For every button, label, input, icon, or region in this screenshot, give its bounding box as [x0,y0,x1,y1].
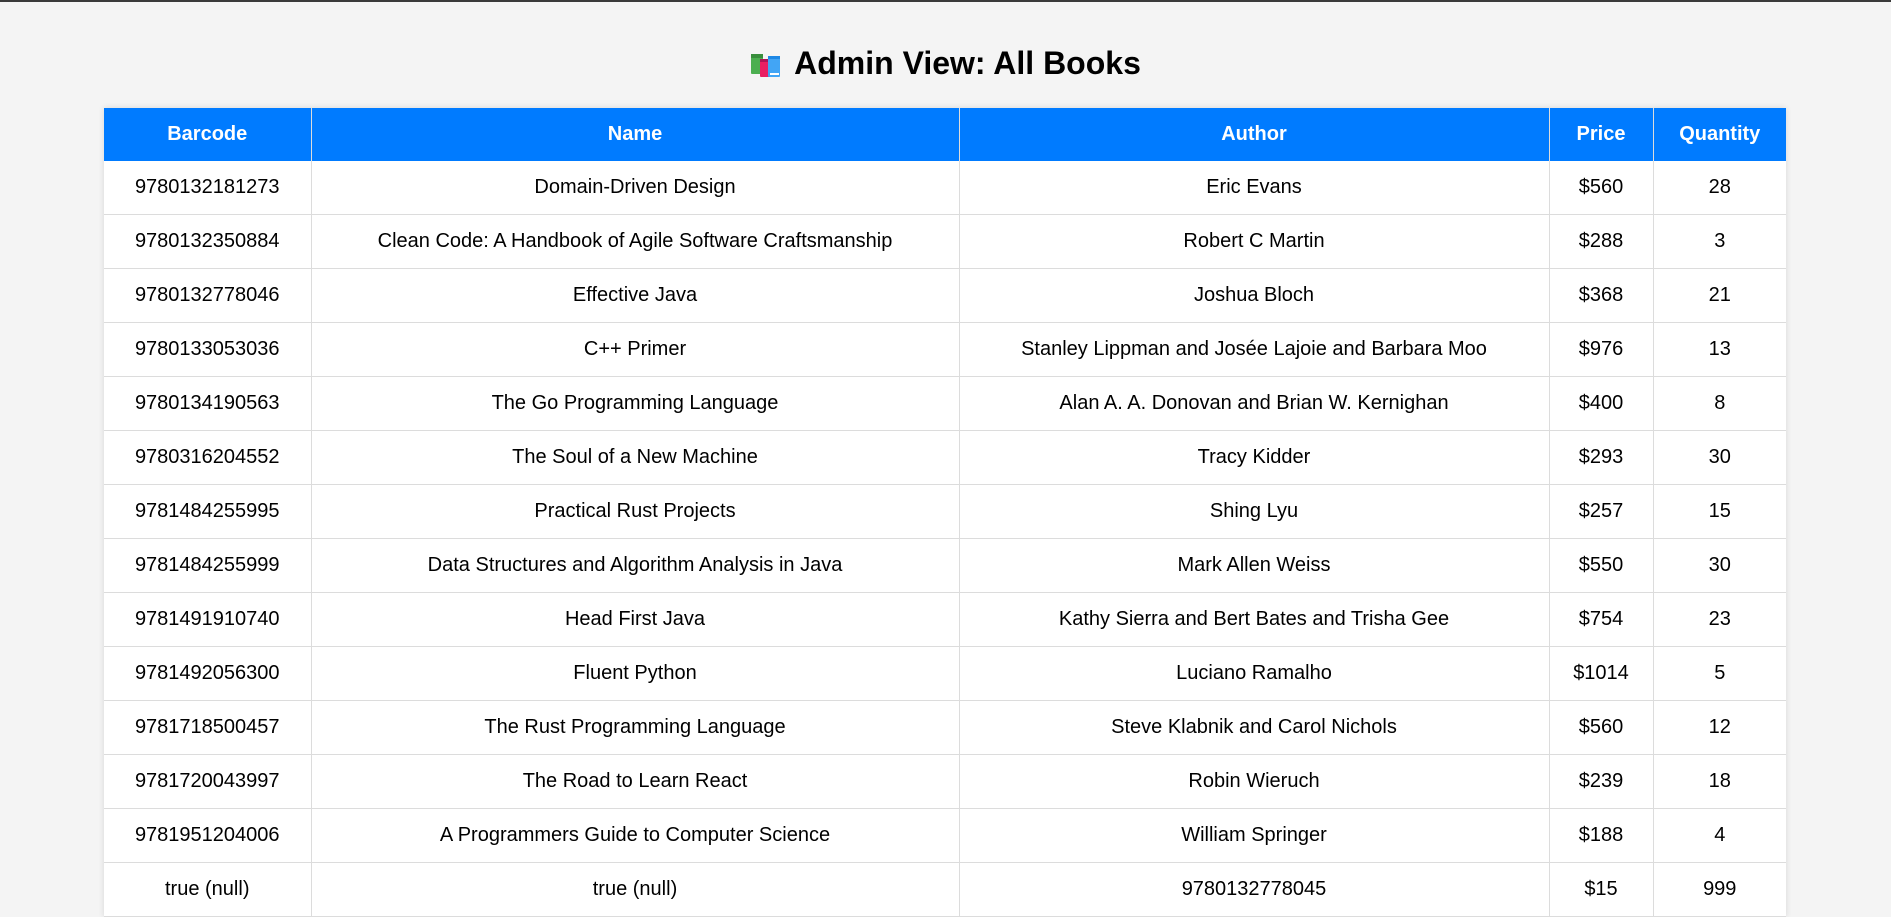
cell-name: Effective Java [311,268,960,323]
table-row: 9780133053036 C++ Primer Stanley Lippman a… [104,322,1786,377]
cell-price: $754 [1549,592,1654,647]
cell-author: Mark Allen Weiss [959,538,1550,593]
column-header-quantity: Quantity [1653,108,1786,161]
cell-price: $293 [1549,430,1654,485]
table-header: Barcode Name Author Price Quantity [104,108,1786,161]
cell-author: Shing Lyu [959,484,1550,539]
cell-quantity: 30 [1653,538,1786,593]
cell-author: Robert C Martin [959,214,1550,269]
cell-name: true (null) [311,862,960,917]
cell-author: Kathy Sierra and Bert Bates and Trisha G… [959,592,1550,647]
cell-barcode: 9780132350884 [104,214,312,269]
cell-quantity: 4 [1653,808,1786,863]
cell-barcode: 9781718500457 [104,700,312,755]
cell-barcode: 9780316204552 [104,430,312,485]
cell-barcode: 9780134190563 [104,376,312,431]
cell-name: The Road to Learn React [311,754,960,809]
cell-author: Tracy Kidder [959,430,1550,485]
cell-quantity: 15 [1653,484,1786,539]
cell-price: $257 [1549,484,1654,539]
cell-name: Fluent Python [311,646,960,701]
page-title: Admin View: All Books [0,42,1891,84]
cell-barcode: 9781484255995 [104,484,312,539]
table-row: 9781484255995 Practical Rust Projects Shin… [104,484,1786,539]
column-header-name: Name [311,108,960,161]
cell-name: Clean Code: A Handbook of Agile Software… [311,214,960,269]
cell-barcode: 9780133053036 [104,322,312,377]
cell-price: $368 [1549,268,1654,323]
cell-price: $239 [1549,754,1654,809]
cell-barcode: true (null) [104,862,312,917]
cell-price: $288 [1549,214,1654,269]
cell-name: Head First Java [311,592,960,647]
cell-quantity: 30 [1653,430,1786,485]
table-row: 9780132350884 Clean Code: A Handbook of A… [104,214,1786,269]
books-table: Barcode Name Author Price Quantity 97801… [104,108,1786,917]
cell-price: $560 [1549,161,1654,215]
cell-quantity: 3 [1653,214,1786,269]
cell-author: Stanley Lippman and Josée Lajoie and Bar… [959,322,1550,377]
cell-name: Data Structures and Algorithm Analysis i… [311,538,960,593]
cell-quantity: 999 [1653,862,1786,917]
cell-price: $400 [1549,376,1654,431]
cell-quantity: 28 [1653,161,1786,215]
cell-name: A Programmers Guide to Computer Science [311,808,960,863]
cell-barcode: 9781720043997 [104,754,312,809]
cell-price: $1014 [1549,646,1654,701]
cell-quantity: 18 [1653,754,1786,809]
cell-quantity: 12 [1653,700,1786,755]
cell-author: William Springer [959,808,1550,863]
cell-barcode: 9780132778046 [104,268,312,323]
cell-name: Domain-Driven Design [311,161,960,215]
cell-name: The Soul of a New Machine [311,430,960,485]
table-row: 9781484255999 Data Structures and Algorit… [104,538,1786,593]
table-header-row: Barcode Name Author Price Quantity [104,108,1786,161]
column-header-barcode: Barcode [104,108,312,161]
cell-author: 9780132778045 [959,862,1550,917]
cell-quantity: 23 [1653,592,1786,647]
cell-author: Steve Klabnik and Carol Nichols [959,700,1550,755]
table-body: 9780132181273 Domain-Driven Design Eric Ev… [104,161,1786,917]
cell-author: Eric Evans [959,161,1550,215]
cell-author: Joshua Bloch [959,268,1550,323]
cell-name: The Rust Programming Language [311,700,960,755]
cell-author: Alan A. A. Donovan and Brian W. Kernigha… [959,376,1550,431]
table-row: 9781951204006 A Programmers Guide to Comp… [104,808,1786,863]
column-header-author: Author [959,108,1550,161]
table-row: 9781718500457 The Rust Programming Langua… [104,700,1786,755]
page-title-text: Admin View: All Books [794,45,1141,81]
cell-author: Robin Wieruch [959,754,1550,809]
table-row: 9780132778046 Effective Java Joshua Bloch $… [104,268,1786,323]
cell-quantity: 21 [1653,268,1786,323]
cell-barcode: 9781951204006 [104,808,312,863]
books-table-container: Barcode Name Author Price Quantity 97801… [104,108,1786,917]
cell-price: $560 [1549,700,1654,755]
cell-price: $188 [1549,808,1654,863]
cell-quantity: 5 [1653,646,1786,701]
cell-author: Luciano Ramalho [959,646,1550,701]
cell-price: $976 [1549,322,1654,377]
cell-barcode: 9781492056300 [104,646,312,701]
table-row: 9781491910740 Head First Java Kathy Sierra… [104,592,1786,647]
cell-quantity: 8 [1653,376,1786,431]
table-row: 9781492056300 Fluent Python Luciano Ramalh… [104,646,1786,701]
cell-price: $550 [1549,538,1654,593]
cell-name: C++ Primer [311,322,960,377]
cell-name: Practical Rust Projects [311,484,960,539]
table-row: 9780132181273 Domain-Driven Design Eric Ev… [104,161,1786,215]
table-row: 9780134190563 The Go Programming Language… [104,376,1786,431]
table-row: 9781720043997 The Road to Learn React Robi… [104,754,1786,809]
books-icon [750,46,782,77]
column-header-price: Price [1549,108,1654,161]
table-row: 9780316204552 The Soul of a New Machine Tr… [104,430,1786,485]
cell-price: $15 [1549,862,1654,917]
admin-books-page: Admin View: All Books Barcode Name Autho… [0,0,1891,917]
cell-barcode: 9781491910740 [104,592,312,647]
cell-name: The Go Programming Language [311,376,960,431]
table-row: true (null) true (null) 9780132778045 $15 99… [104,862,1786,917]
cell-barcode: 9780132181273 [104,161,312,215]
cell-quantity: 13 [1653,322,1786,377]
cell-barcode: 9781484255999 [104,538,312,593]
